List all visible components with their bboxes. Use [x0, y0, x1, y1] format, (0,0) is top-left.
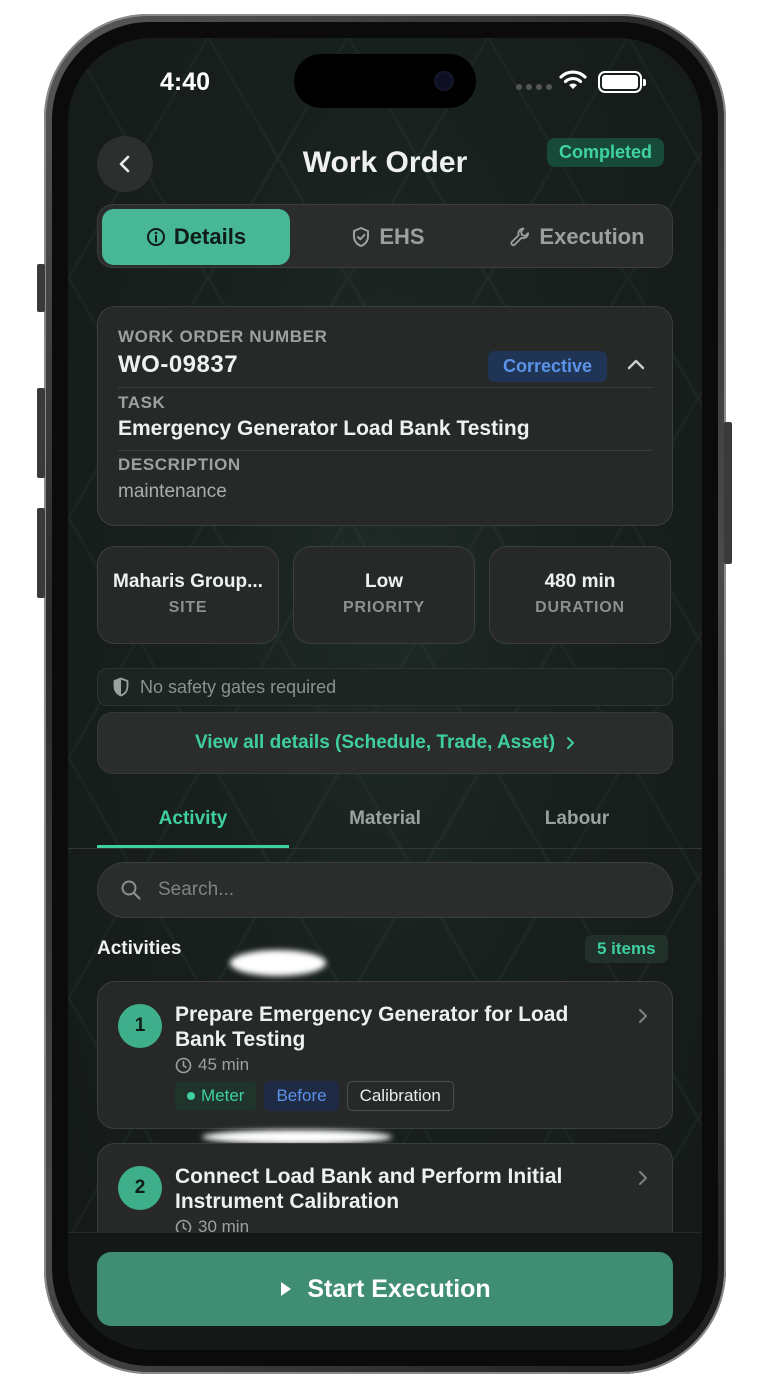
tab-details-label: Details [173, 224, 247, 249]
activity-tags: Meter Before Calibration [175, 1081, 454, 1111]
priority-stat-card: Low PRIORITY [293, 546, 475, 644]
description-label: DESCRIPTION [118, 455, 241, 474]
tab-material[interactable]: Material [289, 798, 481, 848]
duration-stat-card: 480 min DURATION [489, 546, 671, 644]
tab-execution-label: Execution [539, 224, 645, 249]
safety-notice: No safety gates required [97, 668, 673, 706]
status-bar: 4:40 [68, 38, 702, 128]
shield-check-icon [353, 227, 370, 247]
meter-tag: Meter [175, 1081, 257, 1111]
site-stat-card: Maharis Group... SITE [97, 546, 279, 644]
shield-half-icon [113, 677, 129, 697]
site-label: SITE [168, 599, 208, 616]
safety-text: No safety gates required [140, 676, 337, 697]
duration-label: DURATION [535, 599, 625, 616]
activity-duration-text: 45 min [198, 1055, 250, 1074]
activity-title: Prepare Emergency Generator for Load Ban… [175, 1003, 569, 1051]
activity-card[interactable]: 1 Prepare Emergency Generator for Load B… [97, 981, 673, 1129]
work-order-number-label: WORK ORDER NUMBER [118, 327, 328, 346]
tab-activity-label: Activity [158, 808, 228, 829]
activity-duration: 45 min [175, 1055, 249, 1075]
tab-ehs-label: EHS [379, 224, 425, 249]
activity-number: 2 [118, 1166, 162, 1210]
activity-title: Connect Load Bank and Perform Initial In… [175, 1165, 563, 1213]
task-value: Emergency Generator Load Bank Testing [118, 417, 530, 440]
work-order-number: WO-09837 [118, 351, 239, 378]
status-time: 4:40 [160, 68, 211, 96]
signal-dots-icon [516, 84, 552, 90]
activities-title: Activities [97, 938, 182, 959]
status-badge: Completed [547, 138, 665, 167]
chevron-up-icon[interactable] [626, 357, 646, 371]
type-badge: Corrective [488, 351, 608, 382]
search-icon [121, 880, 141, 900]
wifi-icon [559, 70, 587, 89]
tab-ehs[interactable]: EHS [294, 209, 482, 265]
chevron-right-icon [567, 737, 575, 749]
search-bar [97, 862, 673, 918]
tab-activity[interactable]: Activity [97, 798, 289, 848]
divider [118, 450, 652, 451]
divider [118, 387, 652, 388]
segmented-control: Details EHS Execution [97, 204, 673, 268]
wrench-icon [510, 227, 530, 247]
tab-details[interactable]: Details [102, 209, 290, 265]
chevron-right-icon [639, 1009, 647, 1023]
power-button [724, 422, 732, 564]
search-input[interactable] [158, 879, 618, 901]
battery-icon [598, 71, 646, 93]
meter-dot-icon [187, 1092, 195, 1100]
description-value: maintenance [118, 481, 227, 502]
chevron-right-icon [639, 1171, 647, 1185]
work-order-card: WORK ORDER NUMBER WO-09837 Corrective TA… [97, 306, 673, 526]
before-tag: Before [264, 1081, 339, 1111]
start-execution-button[interactable]: Start Execution [97, 1252, 673, 1326]
volume-down-button [37, 508, 45, 598]
activity-number: 1 [118, 1004, 162, 1048]
info-icon [146, 228, 165, 246]
dynamic-island [294, 54, 476, 108]
mute-switch [37, 264, 45, 312]
site-value: Maharis Group... [113, 571, 263, 592]
clock-icon [175, 1057, 192, 1073]
app-screen: 4:40 Work Order Completed Details EHS Ex… [68, 38, 702, 1350]
tab-execution[interactable]: Execution [484, 209, 670, 265]
image-smudge [230, 950, 326, 976]
duration-value: 480 min [544, 571, 616, 592]
tab-material-label: Material [349, 808, 421, 829]
view-all-details-button[interactable]: View all details (Schedule, Trade, Asset… [97, 712, 673, 774]
front-camera [434, 71, 454, 91]
tab-labour-label: Labour [544, 808, 610, 829]
priority-label: PRIORITY [343, 599, 425, 616]
play-icon [281, 1282, 292, 1296]
start-execution-label: Start Execution [307, 1274, 491, 1303]
task-label: TASK [118, 393, 166, 412]
volume-up-button [37, 388, 45, 478]
items-count-badge: 5 items [585, 935, 668, 963]
tabs-divider [68, 848, 702, 849]
calibration-tag: Calibration [346, 1081, 454, 1111]
view-all-label: View all details (Schedule, Trade, Asset… [194, 732, 556, 753]
priority-value: Low [365, 571, 403, 592]
image-smudge [202, 1130, 392, 1144]
meter-tag-label: Meter [201, 1086, 245, 1105]
tab-labour[interactable]: Labour [481, 798, 673, 848]
